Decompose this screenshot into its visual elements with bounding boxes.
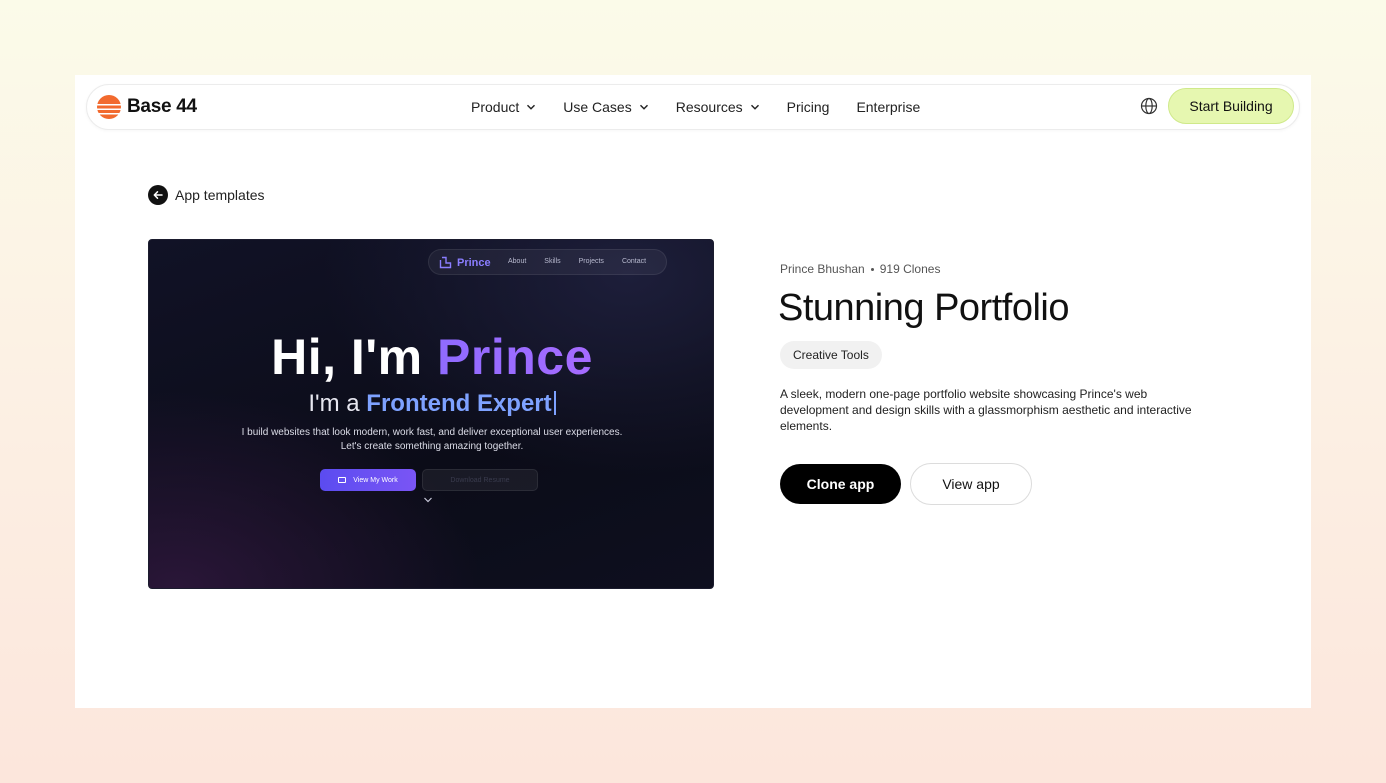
main-menu: Product Use Cases Resources Pricing Ente… xyxy=(471,85,947,129)
nav-pricing[interactable]: Pricing xyxy=(787,99,830,115)
category-tag[interactable]: Creative Tools xyxy=(780,341,882,369)
chevron-down-icon xyxy=(527,104,536,110)
preview-brand-name: Prince xyxy=(457,256,491,269)
preview-brand: Prince xyxy=(439,256,491,269)
start-building-button[interactable]: Start Building xyxy=(1168,88,1294,124)
view-app-button[interactable]: View app xyxy=(910,463,1032,505)
top-navbar: Base 44 Product Use Cases Resources Pric… xyxy=(86,84,1300,130)
brand-logo[interactable]: Base 44 xyxy=(97,95,197,119)
app-meta: Prince Bhushan 919 Clones xyxy=(780,262,940,276)
globe-icon[interactable] xyxy=(1140,97,1158,115)
preview-view-work-label: View My Work xyxy=(353,476,398,484)
nav-enterprise[interactable]: Enterprise xyxy=(856,99,920,115)
preview-download-resume-button: Download Resume xyxy=(422,469,538,491)
preview-hero-prefix: Hi, I'm xyxy=(271,329,438,385)
preview-hero-name: Prince xyxy=(437,329,593,385)
preview-view-work-button: View My Work xyxy=(320,469,416,491)
mail-icon xyxy=(338,477,347,483)
preview-link-skills: Skills xyxy=(544,258,561,265)
template-preview[interactable]: Prince About Skills Projects Contact Hi,… xyxy=(148,239,714,589)
main-card: Base 44 Product Use Cases Resources Pric… xyxy=(75,75,1311,708)
preview-link-about: About xyxy=(508,258,527,265)
preview-sub-prefix: I'm a xyxy=(308,390,367,417)
nav-use-cases-label: Use Cases xyxy=(563,99,632,115)
sunset-stripes-icon xyxy=(97,95,121,119)
clone-count: 919 Clones xyxy=(879,262,941,276)
arrow-left-icon xyxy=(148,185,168,205)
chevron-down-icon xyxy=(750,104,759,110)
back-label: App templates xyxy=(175,187,265,203)
brand-name: Base 44 xyxy=(127,96,197,117)
preview-logo-icon xyxy=(439,256,452,269)
chevron-down-icon xyxy=(424,497,432,503)
nav-enterprise-label: Enterprise xyxy=(856,99,921,115)
preview-nav-links: About Skills Projects Contact xyxy=(508,258,664,265)
chevron-down-icon xyxy=(639,104,648,110)
back-to-templates[interactable]: App templates xyxy=(148,185,265,205)
preview-hero-heading: Hi, I'm Prince xyxy=(149,328,713,386)
app-title: Stunning Portfolio xyxy=(778,287,1069,329)
preview-desc-line2: Let's create something amazing together. xyxy=(340,441,524,452)
preview-link-contact: Contact xyxy=(621,258,647,265)
nav-resources[interactable]: Resources xyxy=(676,99,760,115)
nav-resources-label: Resources xyxy=(675,99,743,115)
preview-download-label: Download Resume xyxy=(450,476,510,484)
nav-pricing-label: Pricing xyxy=(786,99,830,115)
preview-sub-role: Frontend Expert xyxy=(366,390,552,417)
meta-separator xyxy=(870,267,874,271)
nav-product[interactable]: Product xyxy=(471,99,536,115)
nav-use-cases[interactable]: Use Cases xyxy=(563,99,648,115)
clone-app-button[interactable]: Clone app xyxy=(780,464,901,504)
preview-link-projects: Projects xyxy=(578,258,604,265)
text-caret xyxy=(553,391,556,415)
preview-description: I build websites that look modern, work … xyxy=(149,426,713,454)
preview-navbar: Prince About Skills Projects Contact xyxy=(428,249,667,275)
author-name: Prince Bhushan xyxy=(780,262,865,276)
preview-hero-sub: I'm a Frontend Expert xyxy=(149,390,713,418)
nav-product-label: Product xyxy=(471,99,520,115)
preview-desc-line1: I build websites that look modern, work … xyxy=(241,427,623,438)
app-description: A sleek, modern one-page portfolio websi… xyxy=(780,387,1192,433)
